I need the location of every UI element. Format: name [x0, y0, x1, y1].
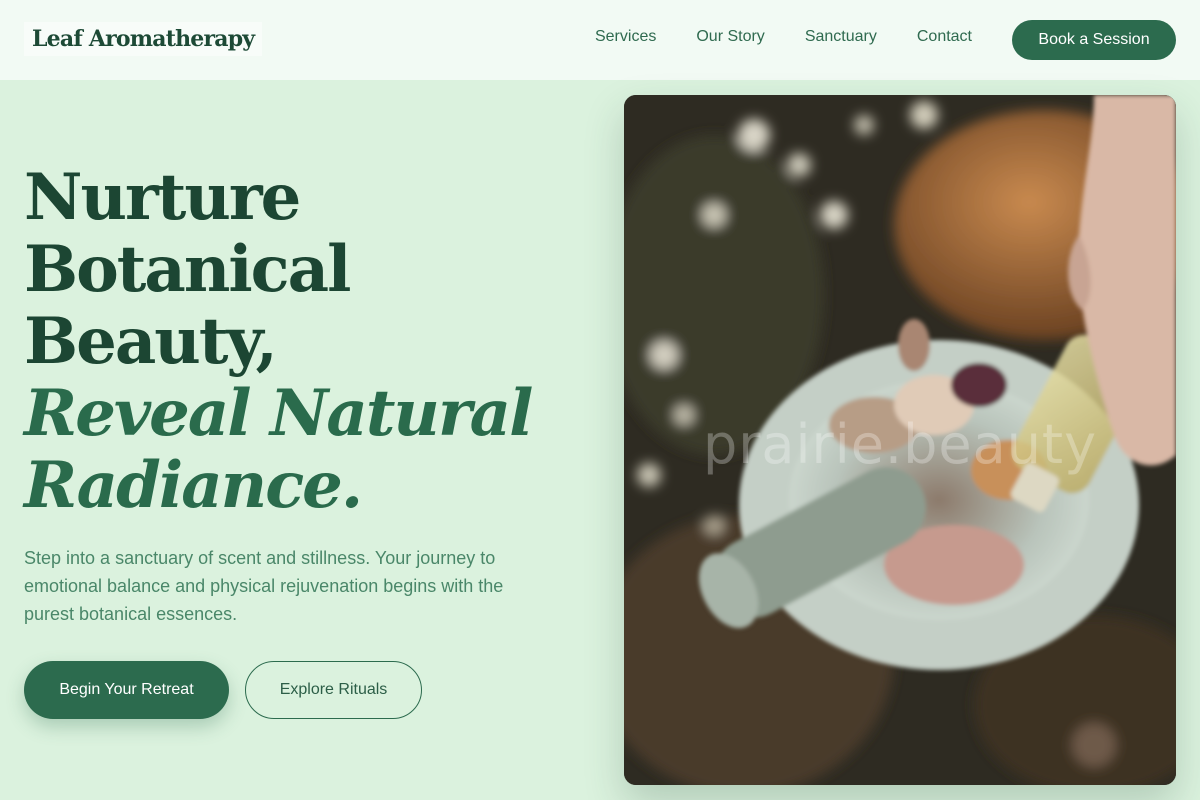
headline-line-2: Botanical — [24, 232, 351, 307]
begin-retreat-button[interactable]: Begin Your Retreat — [24, 661, 229, 719]
nav-link-sanctuary[interactable]: Sanctuary — [805, 28, 877, 46]
site-header: Leaf Aromatherapy Services Our Story San… — [0, 0, 1200, 80]
headline-line-4: Reveal Natural — [24, 376, 533, 451]
hero-description: Step into a sanctuary of scent and still… — [24, 548, 504, 624]
hero-photo-mortar-pestle: prairie.beauty — [624, 95, 1176, 785]
book-session-button[interactable]: Book a Session — [1012, 20, 1176, 60]
nav-link-our-story[interactable]: Our Story — [696, 28, 764, 46]
image-watermark: prairie.beauty — [702, 413, 1098, 476]
explore-rituals-button[interactable]: Explore Rituals — [245, 661, 422, 719]
landing-page: Leaf Aromatherapy Services Our Story San… — [0, 0, 1200, 800]
nav-link-services[interactable]: Services — [595, 28, 656, 46]
nav-link-contact[interactable]: Contact — [917, 28, 972, 46]
main-nav: Services Our Story Sanctuary Contact — [595, 28, 972, 46]
headline-line-3: Beauty, — [24, 304, 278, 379]
hero-headline: Nurture Botanical Beauty, Reveal Natural… — [24, 162, 584, 522]
headline-line-5: Radiance. — [24, 448, 363, 523]
headline-line-1: Nurture — [24, 160, 301, 235]
site-logo[interactable]: Leaf Aromatherapy — [24, 22, 263, 56]
